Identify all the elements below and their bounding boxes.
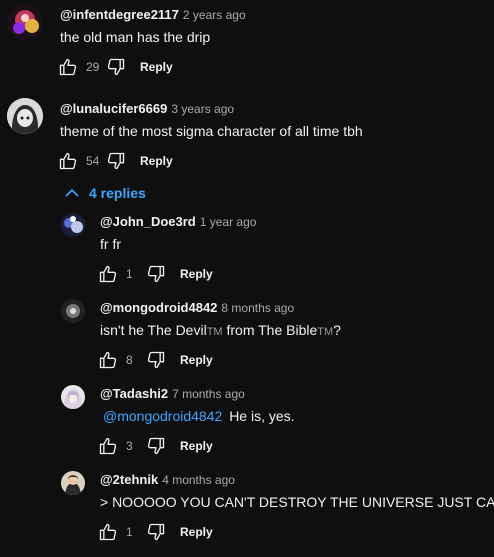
thumb-down-icon bbox=[146, 522, 166, 542]
like-button[interactable] bbox=[96, 434, 120, 458]
thumb-up-icon bbox=[58, 151, 78, 171]
like-button[interactable] bbox=[56, 55, 80, 79]
timestamp[interactable]: 3 years ago bbox=[171, 102, 234, 116]
thumb-up-icon bbox=[98, 264, 118, 284]
like-count: 8 bbox=[126, 353, 133, 367]
hide-replies-button[interactable]: 4 replies bbox=[64, 185, 146, 201]
like-count: 1 bbox=[126, 525, 133, 539]
timestamp[interactable]: 1 year ago bbox=[200, 215, 257, 229]
comment-text: the old man has the drip bbox=[60, 29, 211, 45]
timestamp[interactable]: 7 months ago bbox=[172, 387, 245, 401]
reply-header: @mongodroid4842 8 months ago bbox=[100, 300, 294, 315]
dislike-button[interactable] bbox=[144, 520, 168, 544]
reply-text: isn't he The DevilTM from The BibleTM? bbox=[100, 322, 341, 338]
dislike-button[interactable] bbox=[144, 348, 168, 372]
avatar[interactable] bbox=[7, 4, 43, 40]
like-button[interactable] bbox=[96, 520, 120, 544]
reply-header: @Tadashi2 7 months ago bbox=[100, 386, 245, 401]
reply-text-part: isn't he The Devil bbox=[100, 322, 207, 338]
dislike-button[interactable] bbox=[144, 262, 168, 286]
author-name[interactable]: @John_Doe3rd bbox=[100, 214, 196, 229]
timestamp[interactable]: 4 months ago bbox=[162, 473, 235, 487]
reply-button[interactable]: Reply bbox=[140, 60, 173, 74]
reply-actions: 8 Reply bbox=[96, 348, 213, 372]
reply-actions: 3 Reply bbox=[96, 434, 213, 458]
like-button[interactable] bbox=[96, 348, 120, 372]
reply-text-part: ? bbox=[333, 322, 341, 338]
dislike-button[interactable] bbox=[104, 55, 128, 79]
thumb-up-icon bbox=[98, 436, 118, 456]
thumb-down-icon bbox=[106, 57, 126, 77]
avatar[interactable] bbox=[7, 98, 43, 134]
avatar[interactable] bbox=[61, 213, 85, 237]
reply-text: fr fr bbox=[100, 236, 121, 252]
chevron-up-icon bbox=[65, 188, 79, 197]
trademark-mark: TM bbox=[206, 326, 223, 338]
reply-text-part: He is, yes. bbox=[229, 408, 295, 424]
reply-text-part: from The Bible bbox=[222, 322, 318, 338]
like-count: 3 bbox=[126, 439, 133, 453]
thumb-up-icon bbox=[98, 522, 118, 542]
comment-header: @infentdegree2117 2 years ago bbox=[60, 7, 246, 22]
trademark-mark: TM bbox=[317, 326, 334, 338]
thumb-down-icon bbox=[146, 264, 166, 284]
avatar[interactable] bbox=[61, 471, 85, 495]
thumb-up-icon bbox=[58, 57, 78, 77]
reply-button[interactable]: Reply bbox=[180, 267, 213, 281]
timestamp[interactable]: 2 years ago bbox=[183, 8, 246, 22]
author-name[interactable]: @2tehnik bbox=[100, 472, 158, 487]
thumb-down-icon bbox=[146, 436, 166, 456]
reply-text: @mongodroid4842 He is, yes. bbox=[103, 408, 295, 424]
reply-text: > NOOOOO YOU CAN'T DESTROY THE UNIVERSE … bbox=[100, 494, 494, 510]
like-count: 29 bbox=[86, 60, 100, 74]
reply-actions: 1 Reply bbox=[96, 262, 213, 286]
reply-button[interactable]: Reply bbox=[180, 525, 213, 539]
comment-actions: 29 Reply bbox=[56, 55, 173, 79]
thumb-up-icon bbox=[98, 350, 118, 370]
reply-button[interactable]: Reply bbox=[180, 353, 213, 367]
dislike-button[interactable] bbox=[104, 149, 128, 173]
author-name[interactable]: @lunalucifer6669 bbox=[60, 101, 167, 116]
reply-button[interactable]: Reply bbox=[180, 439, 213, 453]
comment-header: @lunalucifer6669 3 years ago bbox=[60, 101, 234, 116]
dislike-button[interactable] bbox=[144, 434, 168, 458]
like-count: 54 bbox=[86, 154, 100, 168]
author-name[interactable]: @infentdegree2117 bbox=[60, 7, 179, 22]
like-button[interactable] bbox=[96, 262, 120, 286]
mention-link[interactable]: @mongodroid4842 bbox=[103, 408, 222, 424]
comment-actions: 54 Reply bbox=[56, 149, 173, 173]
reply-button[interactable]: Reply bbox=[140, 154, 173, 168]
like-count: 1 bbox=[126, 267, 133, 281]
author-name[interactable]: @mongodroid4842 bbox=[100, 300, 217, 315]
reply-actions: 1 Reply bbox=[96, 520, 213, 544]
replies-count: 4 replies bbox=[89, 185, 146, 201]
avatar[interactable] bbox=[61, 385, 85, 409]
comment-text: theme of the most sigma character of all… bbox=[60, 123, 363, 139]
timestamp[interactable]: 8 months ago bbox=[221, 301, 294, 315]
like-button[interactable] bbox=[56, 149, 80, 173]
reply-header: @2tehnik 4 months ago bbox=[100, 472, 235, 487]
thumb-down-icon bbox=[146, 350, 166, 370]
thumb-down-icon bbox=[106, 151, 126, 171]
reply-header: @John_Doe3rd 1 year ago bbox=[100, 214, 256, 229]
avatar[interactable] bbox=[61, 299, 85, 323]
author-name[interactable]: @Tadashi2 bbox=[100, 386, 168, 401]
